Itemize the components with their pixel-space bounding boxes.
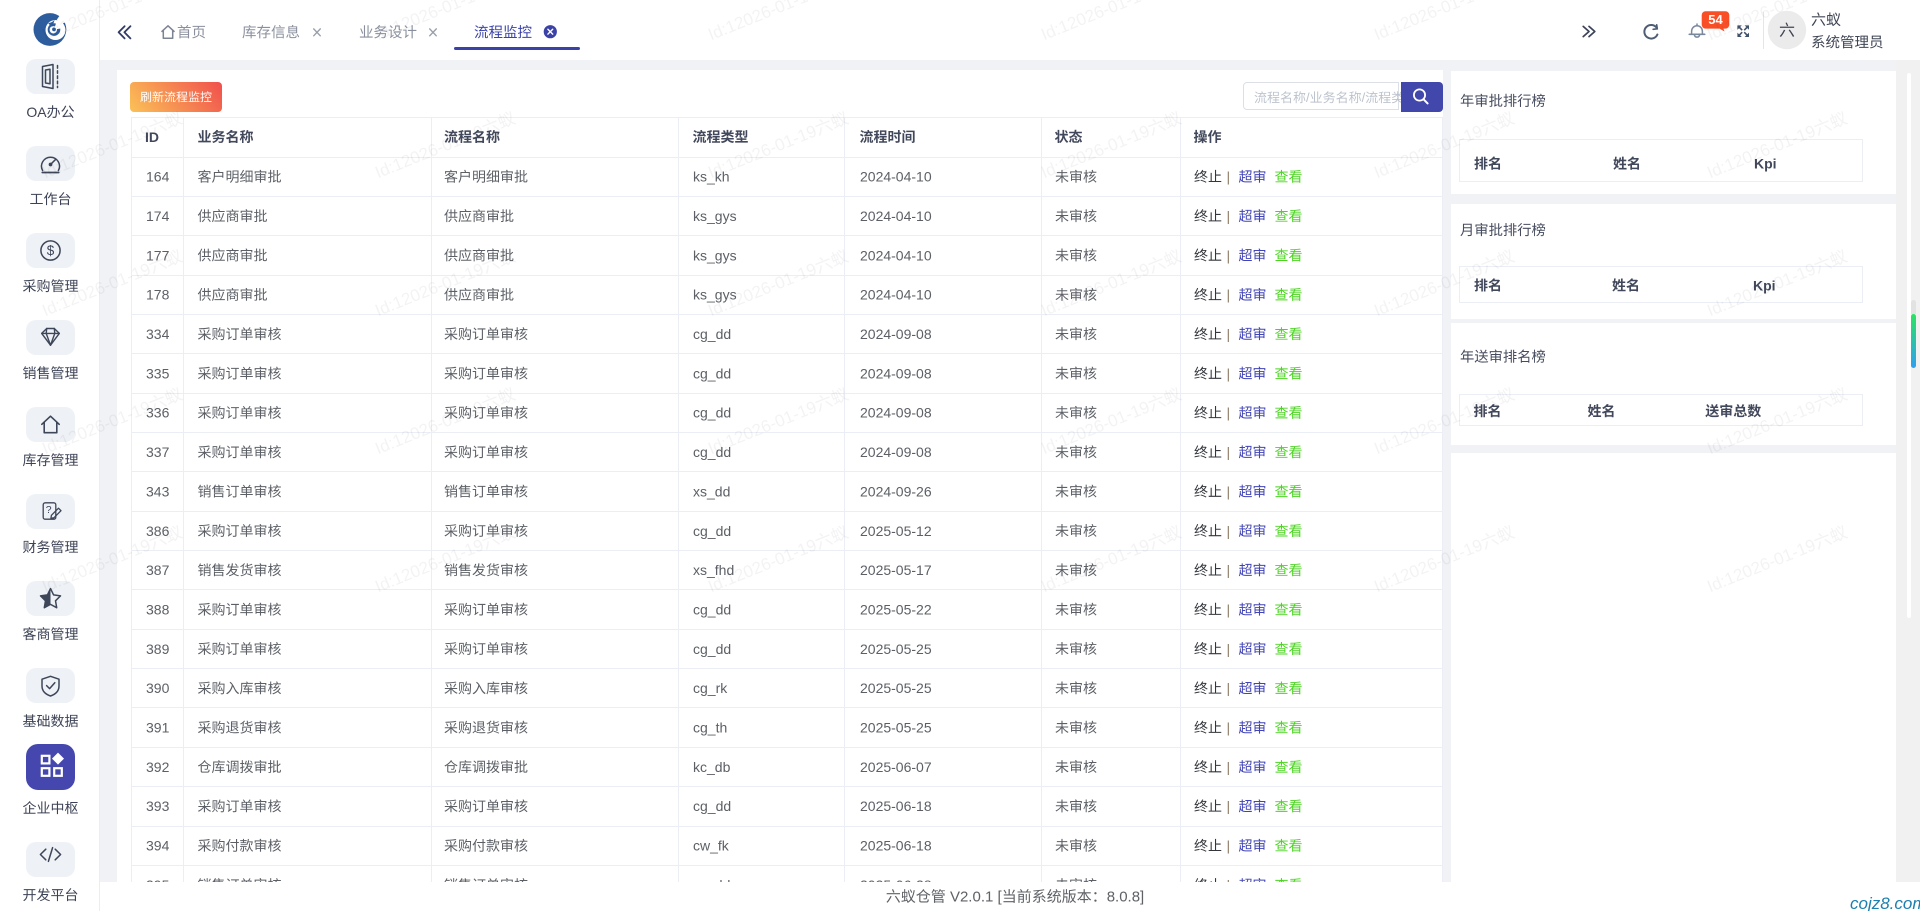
svg-text:2025-05-12: 2025-05-12 [860, 523, 932, 539]
svg-text:|: | [1227, 208, 1231, 224]
svg-text:cg_dd: cg_dd [693, 641, 731, 657]
svg-text:2025-05-25: 2025-05-25 [860, 720, 932, 736]
svg-text:2024-09-08: 2024-09-08 [860, 326, 932, 342]
svg-text:kc_db: kc_db [693, 759, 731, 775]
svg-text:Id:12026-01-19: Id:12026-01-19 [1371, 121, 1485, 182]
svg-text:Id:12026-01-19: Id:12026-01-19 [1038, 535, 1152, 596]
svg-text:2024-04-10: 2024-04-10 [860, 208, 932, 224]
svg-text:390: 390 [146, 680, 170, 696]
svg-text:334: 334 [146, 326, 170, 342]
svg-text:343: 343 [146, 483, 170, 499]
svg-text:Id:12026-01-19: Id:12026-01-19 [1038, 0, 1152, 44]
svg-text:?: ? [46, 504, 52, 516]
svg-text:164: 164 [146, 169, 170, 185]
svg-text:cg_dd: cg_dd [693, 326, 731, 342]
svg-text:2024-09-08: 2024-09-08 [860, 444, 932, 460]
svg-text:cg_rk: cg_rk [693, 680, 728, 696]
svg-text:/: / [1362, 90, 1366, 105]
svg-text:|: | [1227, 759, 1231, 775]
svg-text:ks_gys: ks_gys [693, 247, 737, 263]
svg-text:|: | [1227, 247, 1231, 263]
svg-text:394: 394 [146, 838, 170, 854]
svg-text:387: 387 [146, 562, 170, 578]
svg-text:|: | [1227, 720, 1231, 736]
svg-text:|: | [1227, 326, 1231, 342]
svg-text:2025-05-22: 2025-05-22 [860, 602, 932, 618]
svg-text:Id:12026-01-19: Id:12026-01-19 [39, 0, 153, 44]
svg-text:cg_dd: cg_dd [693, 365, 731, 381]
svg-text:Id:12026-01-19: Id:12026-01-19 [1704, 259, 1818, 320]
svg-text:393: 393 [146, 798, 170, 814]
svg-text:|: | [1227, 562, 1231, 578]
svg-text:Id:12026-01-19: Id:12026-01-19 [1371, 535, 1485, 596]
svg-text:335: 335 [146, 365, 170, 381]
svg-text:Id:12026-01-19: Id:12026-01-19 [372, 0, 486, 44]
svg-text:8.0.8]: 8.0.8] [1107, 889, 1145, 906]
svg-text:|: | [1227, 680, 1231, 696]
svg-text:|: | [1227, 523, 1231, 539]
svg-text:cg_dd: cg_dd [693, 798, 731, 814]
svg-text:$: $ [47, 243, 55, 258]
svg-text:386: 386 [146, 523, 170, 539]
svg-text:Id:12026-01-19: Id:12026-01-19 [372, 535, 486, 596]
svg-text:2025-05-25: 2025-05-25 [860, 680, 932, 696]
svg-text:/: / [1306, 90, 1310, 105]
svg-text:2025-05-17: 2025-05-17 [860, 562, 932, 578]
svg-text:Id:12026-01-19: Id:12026-01-19 [39, 259, 153, 320]
svg-text:|: | [1227, 798, 1231, 814]
svg-text:388: 388 [146, 602, 170, 618]
svg-text:V2.0.1 [: V2.0.1 [ [946, 889, 1003, 906]
svg-text:2024-04-10: 2024-04-10 [860, 247, 932, 263]
svg-text:xs_dd: xs_dd [693, 483, 730, 499]
svg-text:|: | [1227, 405, 1231, 421]
svg-text:cg_dd: cg_dd [693, 523, 731, 539]
svg-text:|: | [1227, 602, 1231, 618]
svg-text:2025-06-07: 2025-06-07 [860, 759, 932, 775]
svg-text:ks_gys: ks_gys [693, 208, 737, 224]
svg-text:2024-09-08: 2024-09-08 [860, 365, 932, 381]
svg-text:|: | [1227, 483, 1231, 499]
svg-text:Id:12026-01-19: Id:12026-01-19 [1038, 121, 1152, 182]
svg-text:Id:12026-01-19: Id:12026-01-19 [1704, 535, 1818, 596]
svg-text:174: 174 [146, 208, 170, 224]
svg-text:2024-09-26: 2024-09-26 [860, 483, 932, 499]
svg-text:|: | [1227, 169, 1231, 185]
svg-text:|: | [1227, 365, 1231, 381]
svg-text:337: 337 [146, 444, 170, 460]
svg-text:|: | [1227, 444, 1231, 460]
svg-text:Id:12026-01-19: Id:12026-01-19 [1038, 397, 1152, 458]
svg-text:2025-05-25: 2025-05-25 [860, 641, 932, 657]
svg-text:cojz8.com: cojz8.com [1850, 894, 1920, 911]
svg-text:|: | [1227, 641, 1231, 657]
svg-text:Id:12026-01-19: Id:12026-01-19 [1371, 259, 1485, 320]
svg-text:OA: OA [26, 104, 47, 120]
svg-text:cg_th: cg_th [693, 720, 727, 736]
svg-text:Id:12026-01-19: Id:12026-01-19 [705, 121, 819, 182]
svg-text:389: 389 [146, 641, 170, 657]
svg-text:2025-06-18: 2025-06-18 [860, 798, 932, 814]
svg-text:Id:12026-01-19: Id:12026-01-19 [1371, 0, 1485, 44]
svg-text:2025-06-18: 2025-06-18 [860, 838, 932, 854]
svg-text:Id:12026-01-19: Id:12026-01-19 [705, 0, 819, 44]
svg-text:2024-04-10: 2024-04-10 [860, 169, 932, 185]
svg-text:2024-04-10: 2024-04-10 [860, 287, 932, 303]
svg-text:|: | [1227, 287, 1231, 303]
svg-text:cw_fk: cw_fk [693, 838, 730, 854]
svg-text:391: 391 [146, 720, 170, 736]
svg-text:2024-09-08: 2024-09-08 [860, 405, 932, 421]
svg-text:178: 178 [146, 287, 170, 303]
svg-text:|: | [1227, 838, 1231, 854]
svg-text:Id:12026-01-19: Id:12026-01-19 [1704, 121, 1818, 182]
svg-text:Id:12026-01-19: Id:12026-01-19 [372, 397, 486, 458]
svg-text:Id:12026-01-19: Id:12026-01-19 [1371, 397, 1485, 458]
svg-text:Id:12026-01-19: Id:12026-01-19 [1038, 259, 1152, 320]
svg-text:392: 392 [146, 759, 170, 775]
svg-text:cg_dd: cg_dd [693, 602, 731, 618]
svg-text:Id:12026-01-19: Id:12026-01-19 [39, 121, 153, 182]
svg-text:cg_dd: cg_dd [693, 405, 731, 421]
